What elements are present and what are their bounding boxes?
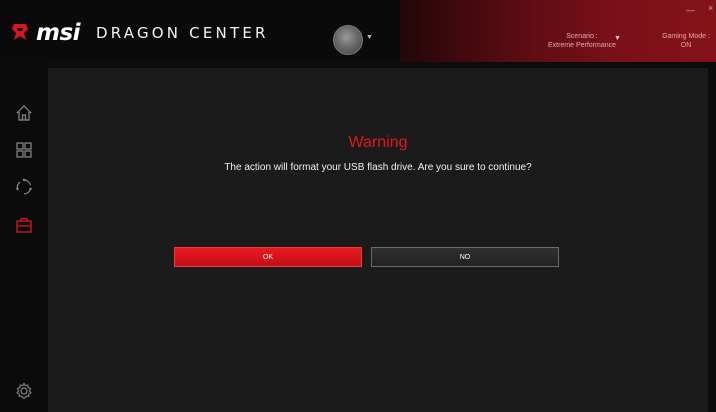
- refresh-icon[interactable]: [15, 178, 33, 196]
- warning-dialog: Warning The action will format your USB …: [48, 68, 708, 412]
- brand-logo-text: msi: [36, 20, 81, 46]
- gear-icon[interactable]: [15, 382, 33, 400]
- avatar-dropdown-icon[interactable]: ▼: [366, 34, 373, 42]
- user-avatar[interactable]: [333, 25, 363, 55]
- app-window: msi DRAGON CENTER ▼ Scenario : Extreme P…: [0, 0, 716, 412]
- sidebar: [0, 62, 48, 412]
- close-button[interactable]: ×: [708, 4, 713, 13]
- scenario-label: Scenario :: [566, 33, 598, 40]
- gaming-mode-label: Gaming Mode :: [662, 33, 710, 40]
- title-bar: msi DRAGON CENTER ▼ Scenario : Extreme P…: [0, 0, 716, 62]
- scenario-selector[interactable]: Scenario : Extreme Performance: [540, 32, 624, 50]
- dialog-title: Warning: [348, 134, 408, 151]
- msi-dragon-logo-icon: [12, 24, 28, 40]
- scenario-dropdown-icon[interactable]: ▼: [614, 35, 621, 42]
- product-name: DRAGON CENTER: [96, 24, 269, 42]
- home-icon[interactable]: [15, 104, 33, 122]
- gaming-mode-value: ON: [680, 42, 692, 49]
- minimize-button[interactable]: —: [686, 6, 695, 15]
- no-button[interactable]: NO: [371, 247, 559, 267]
- ok-button[interactable]: OK: [174, 247, 362, 267]
- gaming-mode-status[interactable]: Gaming Mode : ON: [658, 32, 714, 50]
- dialog-message: The action will format your USB flash dr…: [224, 162, 532, 173]
- toolbox-icon[interactable]: [15, 216, 33, 234]
- scenario-value: Extreme Performance: [547, 42, 617, 49]
- grid-icon[interactable]: [15, 141, 33, 159]
